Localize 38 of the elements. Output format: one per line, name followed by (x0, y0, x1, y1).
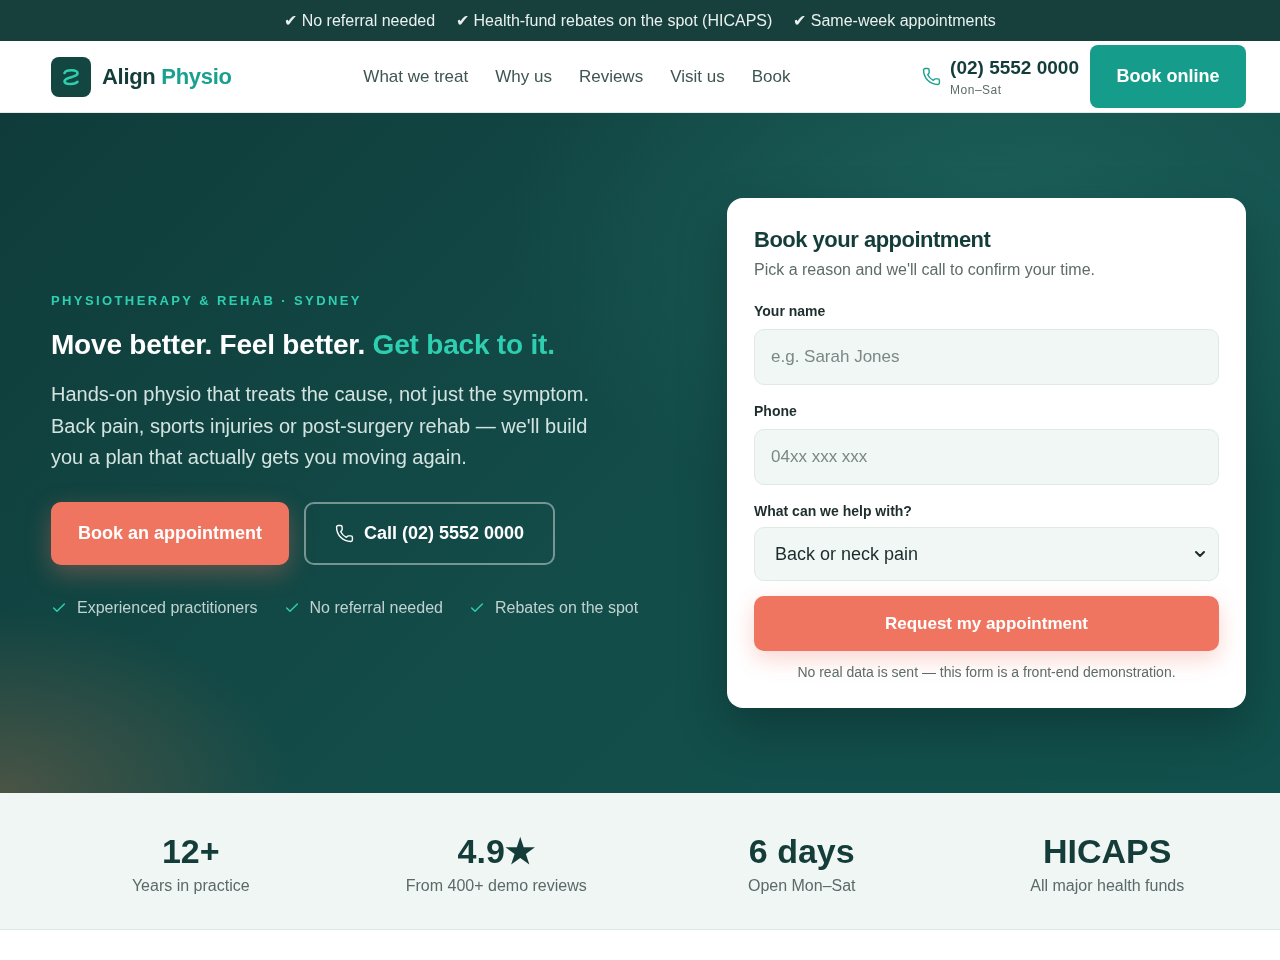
highlight-text: Rebates on the spot (494, 598, 639, 617)
highlight-text: Experienced practitioners (77, 598, 258, 617)
card-subtitle: Pick a reason and we'll call to confirm your time. (754, 261, 1096, 279)
field-label: What can we help with? (754, 503, 913, 519)
opening-hours: Mon–Sat (950, 82, 1003, 97)
brand-name[interactable]: Align Physio (102, 63, 232, 90)
input-field[interactable]: 04xx xxx xxx (754, 429, 1219, 485)
stat-value: 4.9★ (457, 831, 535, 871)
nav-link[interactable]: Why us (495, 66, 552, 87)
stat-value: HICAPS (1043, 831, 1172, 871)
nav-link[interactable]: Reviews (578, 66, 644, 87)
nav-link[interactable]: Visit us (670, 66, 725, 87)
input-field[interactable]: e.g. Sarah Jones (754, 329, 1219, 385)
phone-icon (334, 523, 354, 543)
card-title: Book your appointment (754, 227, 992, 253)
announcement-text: ✔ No referral needed (284, 11, 436, 30)
logo-icon (51, 56, 91, 97)
stat-value: 6 days (748, 831, 855, 871)
stat-label: Open Mon–Sat (747, 876, 856, 895)
nav-link[interactable]: Book (751, 66, 791, 87)
hero-eyebrow: PHYSIOTHERAPY & REHAB · SYDNEY (51, 293, 363, 309)
highlight-text: No referral needed (309, 598, 443, 617)
phone-icon (922, 67, 942, 86)
announcement-text: ✔ Same-week appointments (793, 11, 996, 30)
nav-link[interactable]: What we treat (363, 66, 469, 87)
field-label: Phone (754, 403, 798, 419)
announcement-text: ✔ Health-fund rebates on the spot (HICAPS) (456, 11, 773, 30)
stat-label: All major health funds (1030, 876, 1185, 895)
stat-label: From 400+ demo reviews (405, 877, 587, 895)
hero-headline: Move better. Feel better. Get back to it. (51, 329, 556, 362)
select-field[interactable]: Back or neck pain (754, 527, 1219, 581)
field-label: Your name (754, 303, 827, 319)
stat-value: 12+ (161, 831, 220, 871)
phone-number-link[interactable]: (02) 5552 0000 (950, 56, 1079, 79)
call-button[interactable]: Call (02) 5552 0000 (304, 501, 555, 565)
stat-label: Years in practice (131, 876, 250, 895)
form-note: No real data is sent — this form is a front-end demonstration. (796, 664, 1177, 680)
hero-intro: Hands-on physio that treats the cause, not just the symptom. Back pain, sports injuries or post-surgery rehab — we'll build you a plan that actually gets you moving again. (51, 382, 591, 471)
